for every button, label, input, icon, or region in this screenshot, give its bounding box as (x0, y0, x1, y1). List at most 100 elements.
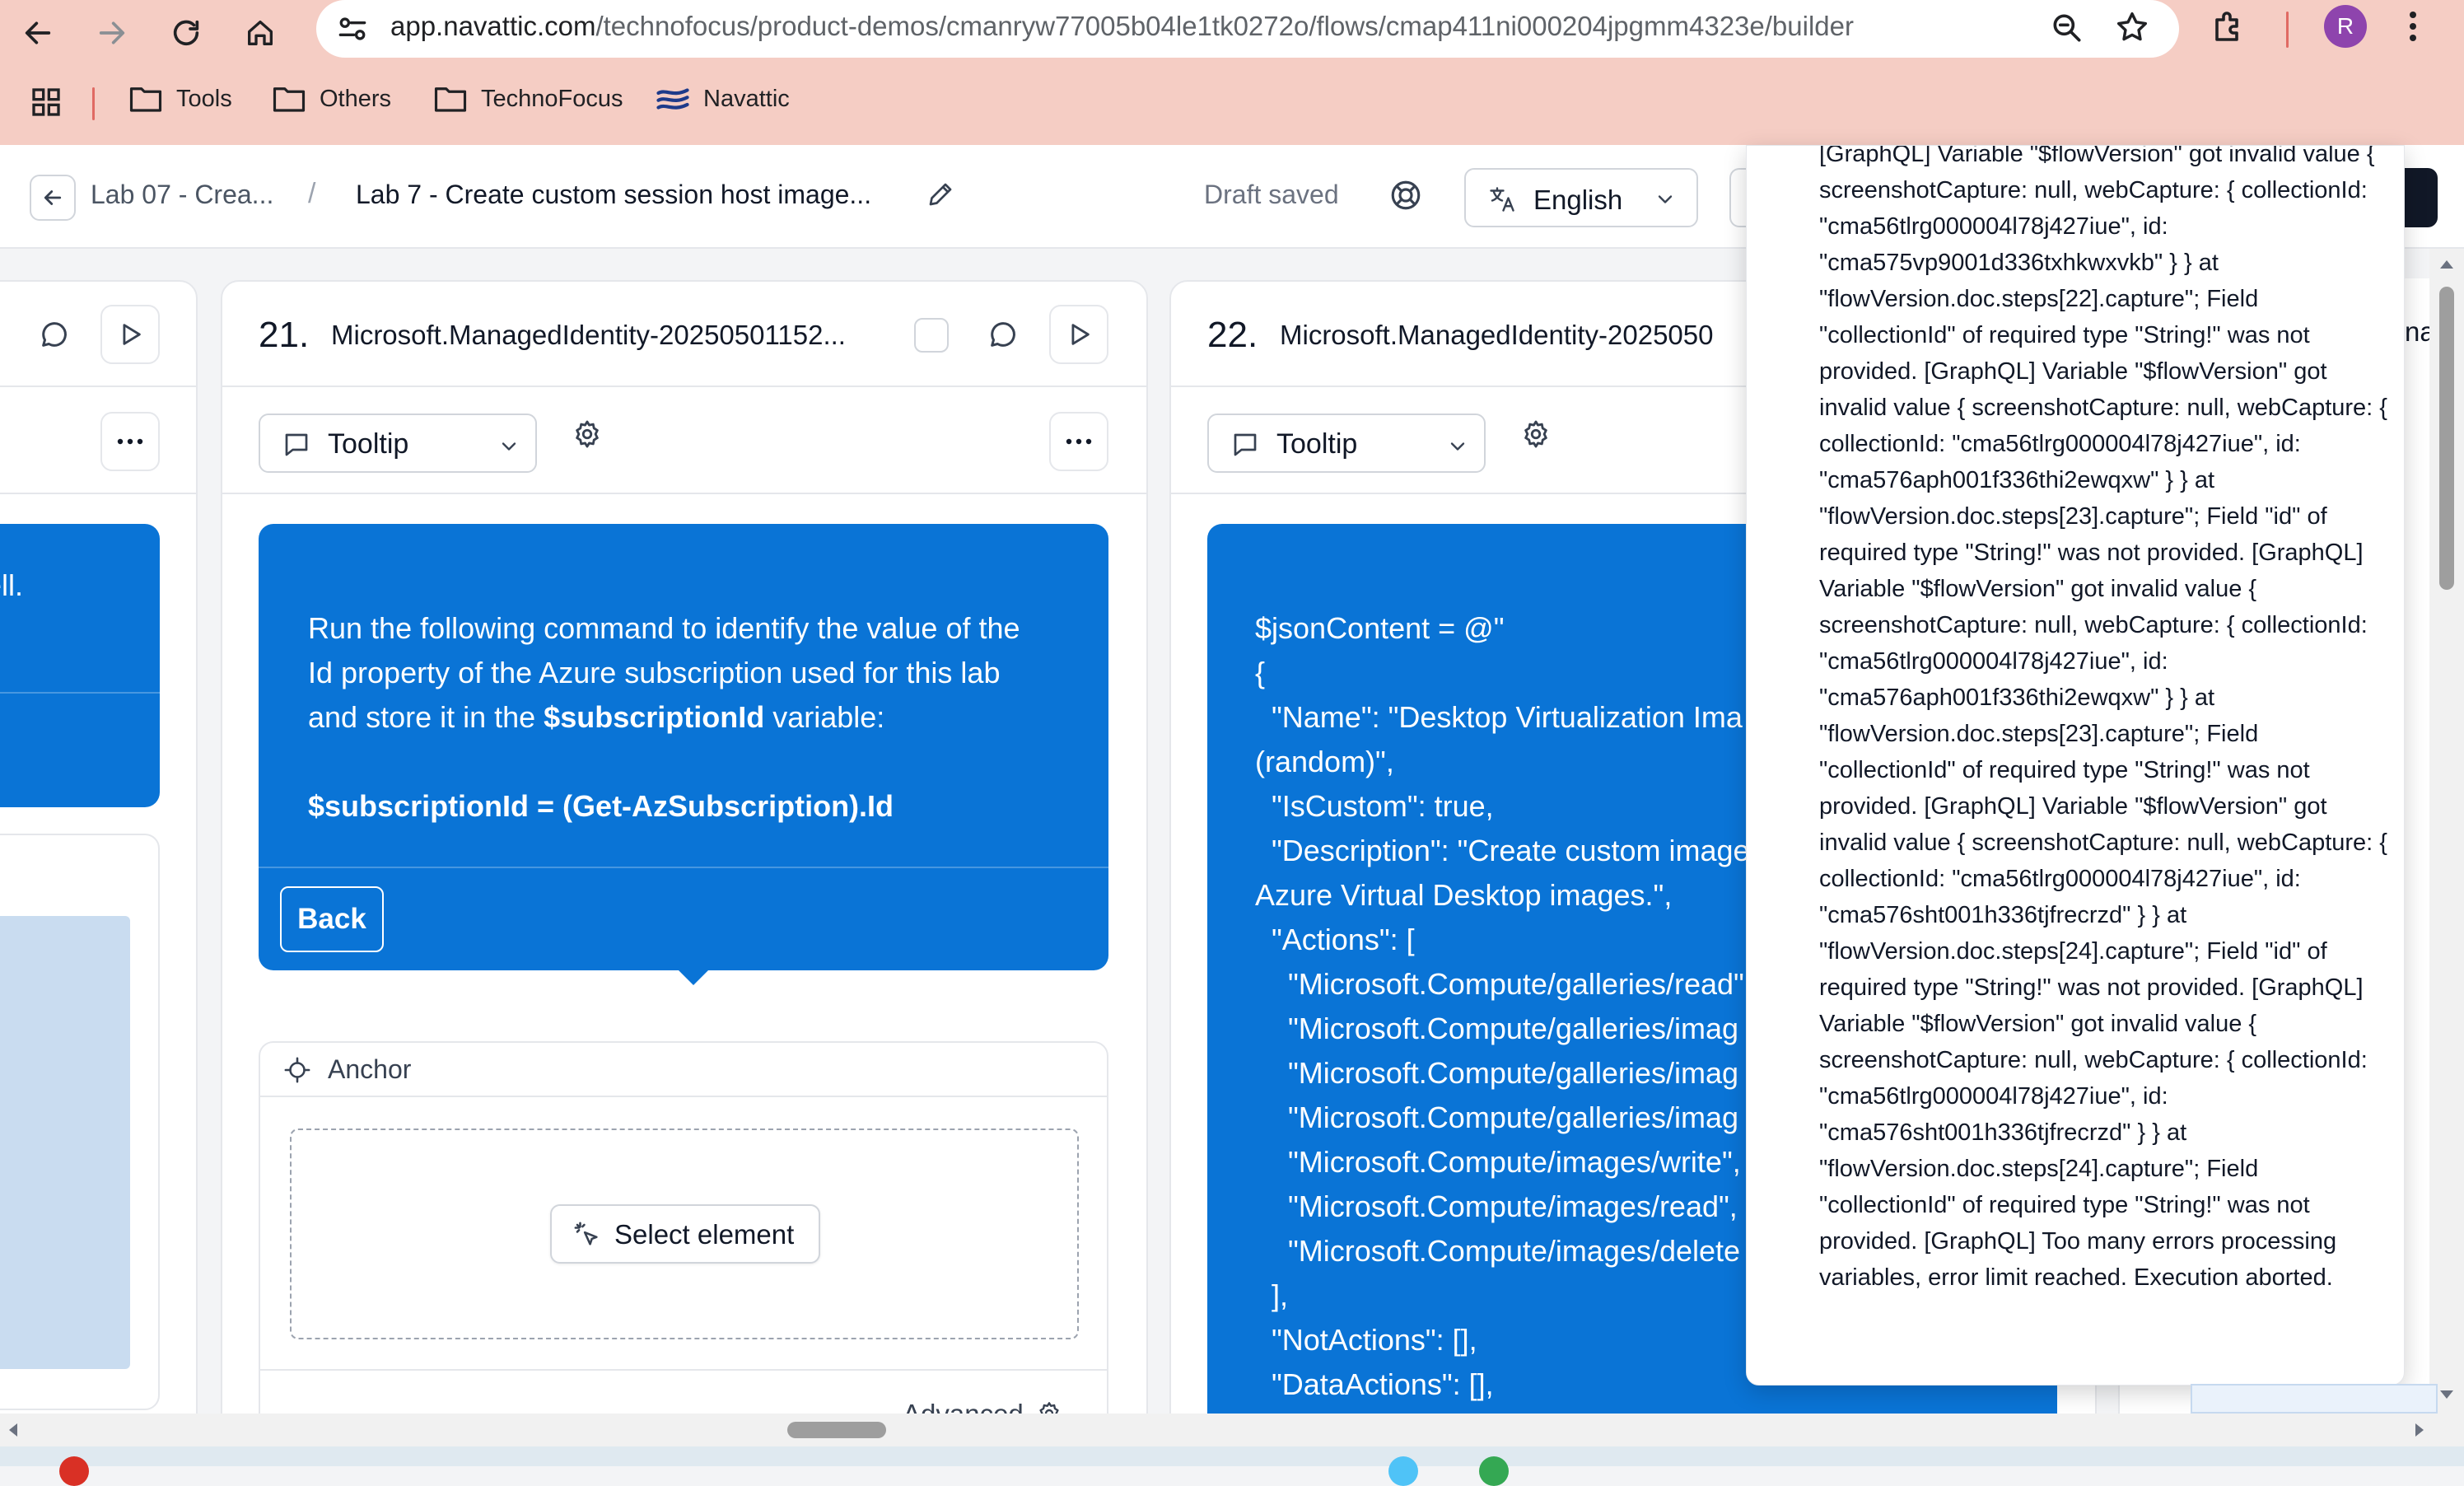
url-domain: app.navattic.com (390, 11, 596, 41)
tooltip-caret (679, 970, 708, 985)
breadcrumb-parent[interactable]: Lab 07 - Crea... (91, 180, 273, 210)
chevron-down-icon (497, 435, 520, 458)
tooltip-line-3c: variable: (764, 700, 885, 734)
bookmark-label: Tools (176, 85, 232, 112)
bookmark-star-icon[interactable] (2113, 8, 2151, 46)
play-button[interactable] (1049, 305, 1108, 364)
profile-avatar[interactable]: R (2324, 5, 2367, 48)
horizontal-scrollbar-thumb[interactable] (787, 1422, 886, 1438)
step-title[interactable]: Microsoft.ManagedIdentity-2025050 (1280, 320, 1714, 351)
toolbar-separator (2286, 12, 2289, 48)
crosshair-icon (283, 1056, 311, 1084)
address-bar[interactable]: app.navattic.com/technofocus/product-dem… (316, 0, 2179, 58)
scroll-right-icon[interactable] (2411, 1420, 2429, 1440)
scroll-down-icon[interactable] (2437, 1387, 2457, 1404)
screenshot-thumbnail-partial[interactable] (0, 916, 130, 1369)
play-button[interactable] (100, 305, 160, 364)
taskbar-app-icon[interactable] (59, 1456, 89, 1486)
tooltip-line-3: and store it in the $subscriptionId vari… (308, 695, 1059, 740)
browser-home-button[interactable] (234, 7, 287, 59)
advanced-link[interactable]: Advanced (903, 1399, 1024, 1414)
browser-menu-icon[interactable] (2396, 7, 2429, 46)
tooltip-back-button[interactable]: Back (280, 886, 384, 952)
flow-title: Lab 7 - Create custom session host image… (356, 180, 872, 209)
apps-grid-icon[interactable] (30, 86, 63, 119)
chevron-down-icon (1654, 188, 1677, 211)
more-options-button[interactable] (1049, 412, 1108, 471)
language-select[interactable]: English (1464, 168, 1698, 227)
bookmark-label: TechnoFocus (481, 85, 623, 112)
tooltip-spacer (308, 740, 1059, 784)
more-horizontal-icon (117, 438, 143, 445)
url-text[interactable]: app.navattic.com/technofocus/product-dem… (390, 11, 1854, 42)
step-card-21: 21. Microsoft.ManagedIdentity-2025050115… (221, 280, 1148, 1414)
gear-icon[interactable] (1520, 418, 1552, 450)
step-number: 22. (1207, 315, 1258, 355)
os-taskbar-partial (0, 1446, 2464, 1486)
site-settings-icon[interactable] (334, 11, 371, 47)
folder-icon (129, 87, 162, 112)
translate-icon (1487, 185, 1517, 214)
back-button[interactable] (30, 175, 76, 221)
bookmark-others[interactable]: Others (272, 84, 391, 114)
tooltip-preview-partial: ell. (0, 524, 160, 807)
browser-reload-button[interactable] (160, 7, 212, 59)
error-toast[interactable]: [GraphQL] Variable "$flowVersion" got in… (1746, 145, 2405, 1386)
folder-icon (434, 87, 467, 112)
tooltip-line-2: Id property of the Azure subscription us… (308, 656, 1001, 689)
bookmark-navattic[interactable]: Navattic (656, 84, 790, 114)
step-card-header: 21. Microsoft.ManagedIdentity-2025050115… (222, 282, 1146, 387)
step-type-select[interactable]: Tooltip (259, 414, 537, 473)
select-element-button[interactable]: Select element (550, 1204, 820, 1264)
bookmark-technofocus[interactable]: TechnoFocus (433, 84, 623, 114)
scroll-left-icon[interactable] (3, 1420, 21, 1440)
anchor-label: Anchor (328, 1054, 412, 1084)
zoom-icon[interactable] (2049, 10, 2085, 46)
breadcrumb-separator: / (308, 178, 316, 209)
comment-icon[interactable] (987, 318, 1020, 351)
language-value: English (1533, 185, 1623, 215)
bookmark-tools[interactable]: Tools (128, 84, 232, 114)
step-checkbox[interactable] (914, 318, 949, 353)
play-icon (123, 324, 141, 345)
bookmarks-separator (92, 87, 95, 120)
error-message: [GraphQL] Variable "$flowVersion" got in… (1819, 145, 2387, 1291)
gear-icon[interactable] (572, 418, 603, 450)
play-icon (1071, 324, 1090, 345)
home-icon (248, 21, 273, 45)
step-card-header (0, 282, 196, 387)
tooltip-preview[interactable]: Run the following command to identify th… (259, 524, 1108, 985)
step-title[interactable]: Microsoft.ManagedIdentity-20250501152... (331, 320, 846, 351)
anchor-footer-divider (260, 1369, 1107, 1371)
comment-icon[interactable] (38, 318, 71, 351)
draft-status: Draft saved (1204, 180, 1339, 209)
browser-forward-button[interactable] (86, 7, 138, 59)
tooltip-line-1: Run the following command to identify th… (308, 611, 1020, 645)
scroll-up-icon[interactable] (2437, 255, 2457, 272)
bookmarks-bar: Tools Others TechnoFocus Navattic (0, 79, 2464, 125)
lifebuoy-icon[interactable] (1388, 178, 1423, 213)
horizontal-scrollbar[interactable] (0, 1414, 2464, 1446)
gear-icon[interactable] (1036, 1400, 1062, 1414)
tooltip-divider (259, 867, 1108, 868)
tooltip-text[interactable]: Run the following command to identify th… (308, 606, 1059, 829)
chevron-down-icon (1446, 435, 1469, 458)
taskbar-app-icon[interactable] (1388, 1456, 1418, 1486)
tooltip-text-partial: ell. (0, 568, 24, 602)
anchor-header: Anchor (260, 1043, 1107, 1097)
anchor-drop-zone[interactable]: Select element (290, 1129, 1079, 1339)
more-options-button[interactable] (100, 412, 160, 471)
browser-back-button[interactable] (12, 7, 64, 59)
tooltip-code[interactable]: $jsonContent = @" { "Name": "Desktop Vir… (1255, 606, 1750, 1407)
extensions-icon[interactable] (2209, 7, 2248, 46)
pencil-icon[interactable] (926, 180, 955, 209)
more-horizontal-icon (1066, 438, 1092, 445)
step-toolbar (0, 389, 196, 494)
vertical-scrollbar-thumb[interactable] (2439, 287, 2454, 590)
reload-icon (173, 20, 199, 46)
screenshot-thumbnail-partial[interactable] (2191, 1384, 2438, 1414)
taskbar-app-icon[interactable] (1479, 1456, 1509, 1486)
step-type-value: Tooltip (328, 428, 409, 460)
select-element-label: Select element (614, 1219, 795, 1250)
step-type-select[interactable]: Tooltip (1207, 414, 1486, 473)
